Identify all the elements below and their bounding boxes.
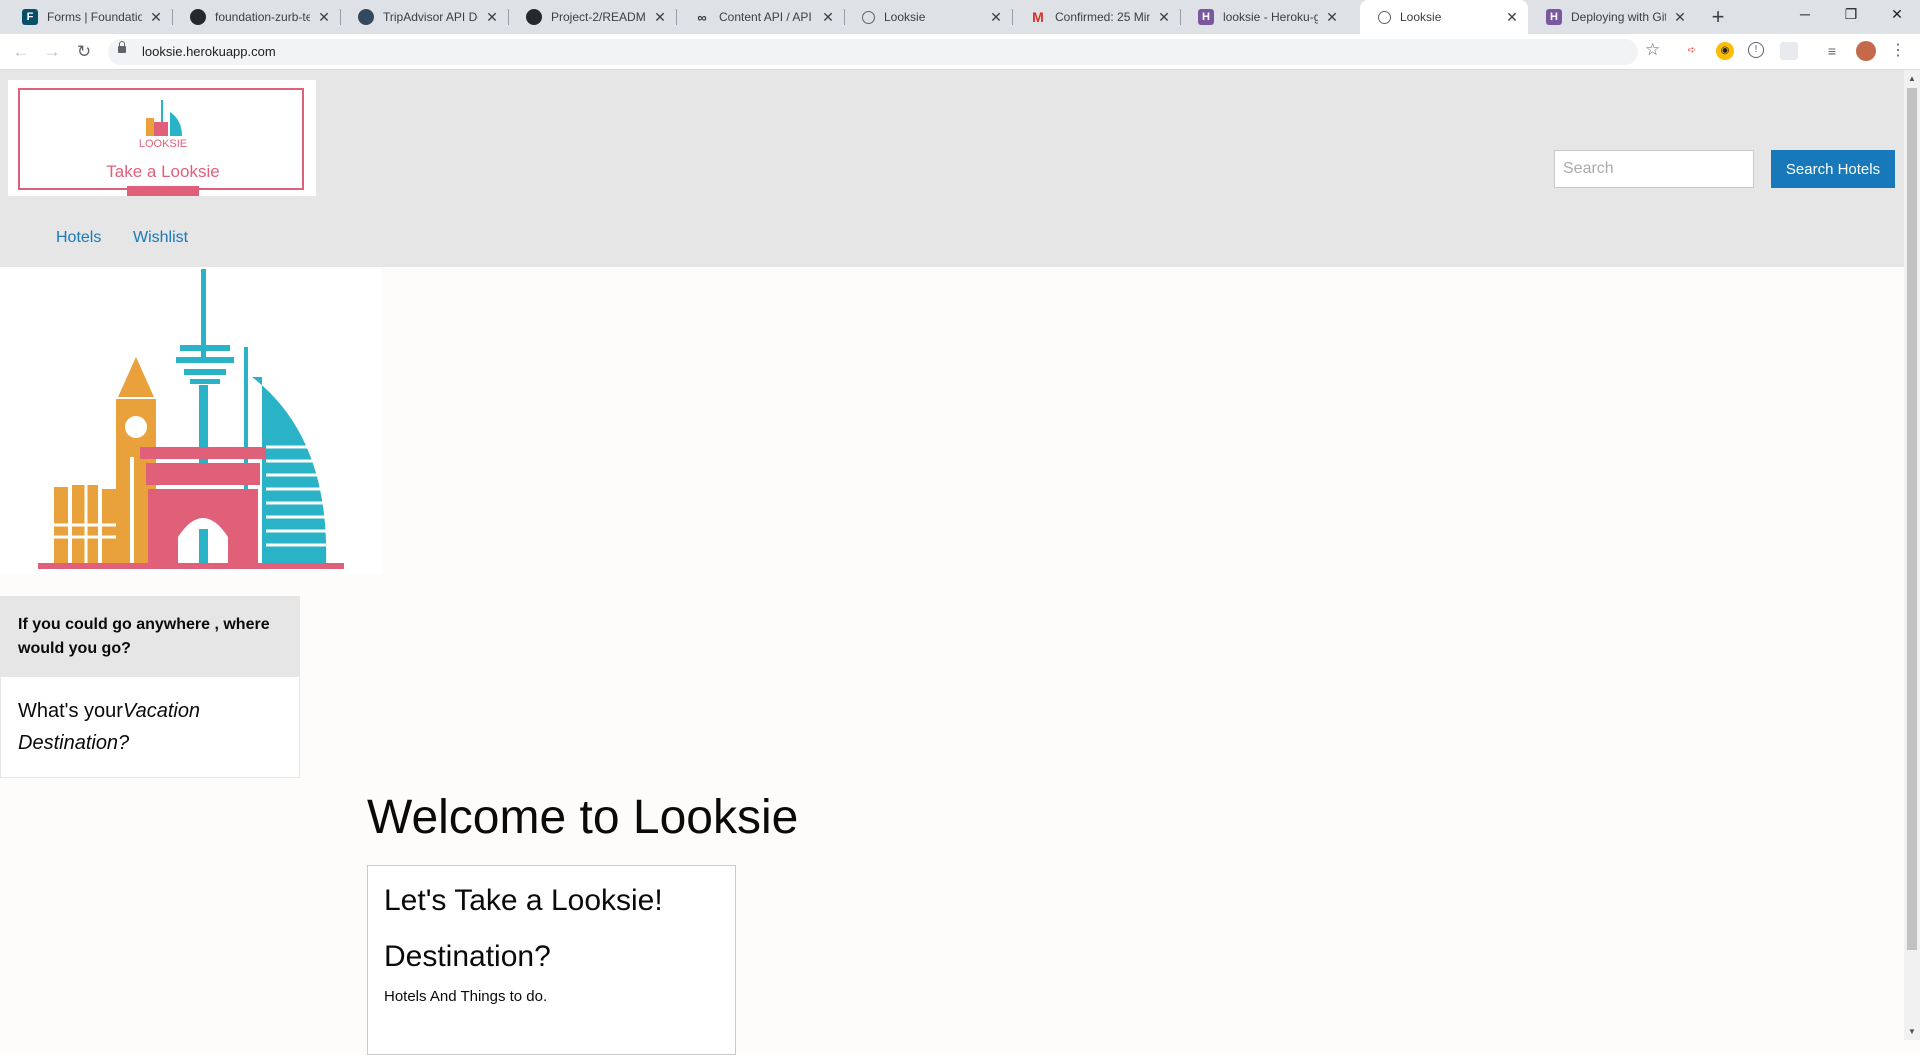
browser-tab[interactable]: H Deploying with Git ✕ [1528,0,1696,34]
main-card-subtitle: Destination? [384,940,551,973]
tripadvisor-icon [358,9,374,25]
close-window-button[interactable]: ✕ [1874,0,1920,30]
close-icon[interactable]: ✕ [988,9,1004,26]
close-icon[interactable]: ✕ [148,9,164,26]
main-card: Let's Take a Looksie! Destination? Hotel… [367,865,736,1055]
close-icon[interactable]: ✕ [1672,9,1688,26]
close-icon[interactable]: ✕ [484,9,500,26]
github-icon [190,9,206,25]
forward-arrow-icon[interactable]: → [40,40,64,64]
side-card: If you could go anywhere , where would y… [0,596,300,778]
main-card-text: Hotels And Things to do. [384,988,548,1005]
globe-icon [862,10,875,24]
close-icon[interactable]: ✕ [1156,9,1172,26]
back-arrow-icon[interactable]: ← [9,40,33,64]
browser-tab[interactable]: F Forms | Foundation ✕ [4,0,172,34]
github-icon [526,9,542,25]
bookmark-star-icon[interactable]: ☆ [1645,40,1660,60]
extension-icon[interactable]: ! [1748,42,1764,58]
close-icon[interactable]: ✕ [820,9,836,26]
reload-icon[interactable]: ↻ [72,40,96,64]
tab-title: Content API / API D [719,10,814,24]
search-input[interactable] [1554,150,1754,188]
scrollbar-thumb[interactable] [1907,88,1917,950]
gmail-icon: M [1032,9,1044,25]
logo-small-text: LOOKSIE [138,138,188,150]
side-card-body: What's yourVacation Destination? [1,677,299,777]
browser-tab[interactable]: ∞ Content API / API D ✕ [676,0,844,34]
address-bar[interactable]: looksie.herokuapp.com [108,39,1638,65]
tab-title: Looksie [1400,10,1442,24]
extension-icon[interactable]: ➪ [1683,42,1701,60]
skyline-logo-icon [146,100,182,136]
extension-icon[interactable]: ◉ [1716,42,1734,60]
minimize-button[interactable]: ─ [1782,0,1828,30]
foundation-icon: F [22,9,38,25]
avatar[interactable] [1856,41,1876,61]
page-content: LOOKSIE Take a Looksie Search Hotels Hot… [0,70,1904,1055]
lock-icon [118,41,126,53]
tab-title: Project-2/README [551,10,646,24]
side-card-header: If you could go anywhere , where would y… [1,597,299,677]
browser-tab[interactable]: TripAdvisor API Doc ✕ [340,0,508,34]
side-card-prefix: What's your [18,700,123,722]
nav-link-hotels[interactable]: Hotels [56,229,101,247]
close-icon[interactable]: ✕ [316,9,332,26]
tab-title: foundation-zurb-te [215,10,310,24]
close-icon[interactable]: ✕ [1324,9,1340,26]
search-hotels-button[interactable]: Search Hotels [1771,150,1895,188]
tripadvisor-icon: ∞ [697,9,707,25]
scroll-up-icon[interactable]: ▲ [1908,74,1916,83]
close-icon[interactable]: ✕ [652,9,668,26]
browser-tab[interactable]: Project-2/README ✕ [508,0,676,34]
logo-ribbon [127,186,199,196]
site-logo[interactable]: LOOKSIE Take a Looksie [8,80,316,196]
browser-tab[interactable]: M Confirmed: 25 Minu ✕ [1012,0,1180,34]
site-header: LOOKSIE Take a Looksie Search Hotels Hot… [0,70,1904,267]
scroll-down-icon[interactable]: ▼ [1908,1027,1916,1036]
main-card-title: Let's Take a Looksie! [384,884,663,917]
tab-title: Looksie [884,10,926,24]
heroku-icon: H [1198,9,1214,25]
tab-title: looksie - Heroku-git [1223,10,1318,24]
media-control-icon[interactable]: ≡ [1823,42,1841,60]
tab-title: Confirmed: 25 Minu [1055,10,1150,24]
browser-tab[interactable]: Looksie ✕ [844,0,1012,34]
tab-title: TripAdvisor API Doc [383,10,478,24]
new-tab-button[interactable]: + [1706,5,1730,29]
logo-tagline: Take a Looksie [106,162,220,181]
browser-tab[interactable]: H looksie - Heroku-git ✕ [1180,0,1348,34]
page-title: Welcome to Looksie [367,791,799,844]
hero-image [0,267,382,575]
page-scrollbar[interactable]: ▲ ▼ [1904,70,1920,1040]
tab-strip: F Forms | Foundation ✕ foundation-zurb-t… [0,0,1920,34]
url-text: looksie.herokuapp.com [142,44,276,59]
close-icon[interactable]: ✕ [1504,9,1520,26]
restore-button[interactable]: ❐ [1828,0,1874,30]
nav-link-wishlist[interactable]: Wishlist [133,229,188,247]
extension-icon[interactable] [1780,42,1798,60]
browser-tab-active[interactable]: Looksie ✕ [1360,0,1528,34]
menu-kebab-icon[interactable]: ⋮ [1889,42,1907,60]
browser-toolbar: ← → ↻ looksie.herokuapp.com [0,34,1920,70]
tab-title: Forms | Foundation [47,10,142,24]
browser-tab[interactable]: foundation-zurb-te ✕ [172,0,340,34]
globe-icon [1378,10,1391,24]
city-skyline-illustration [38,269,344,569]
tab-title: Deploying with Git [1571,10,1666,24]
heroku-icon: H [1546,9,1562,25]
